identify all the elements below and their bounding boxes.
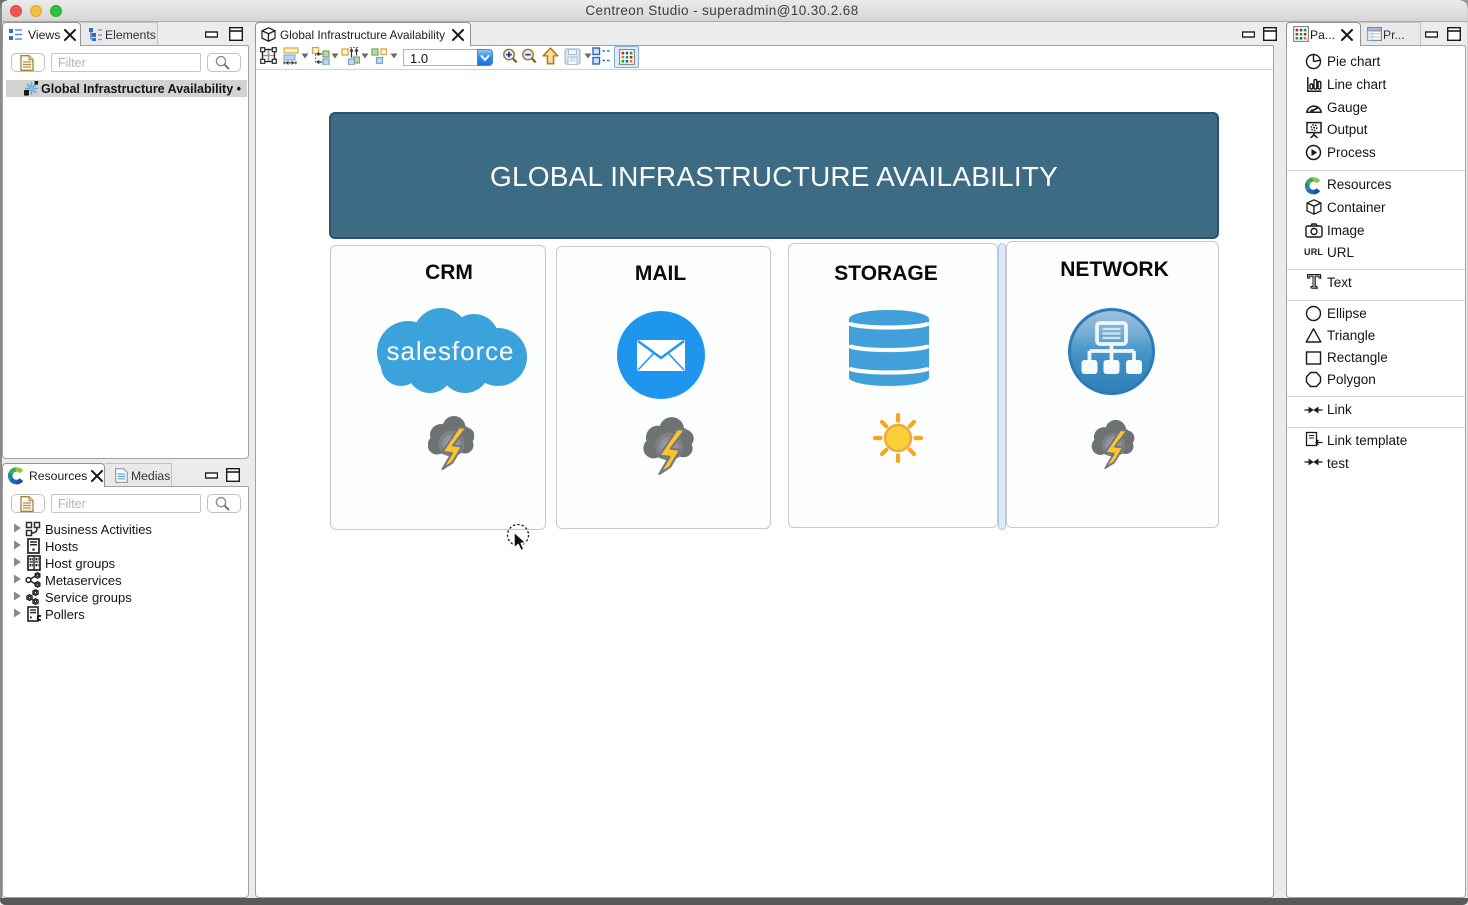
svg-text:salesforce: salesforce <box>387 336 514 366</box>
